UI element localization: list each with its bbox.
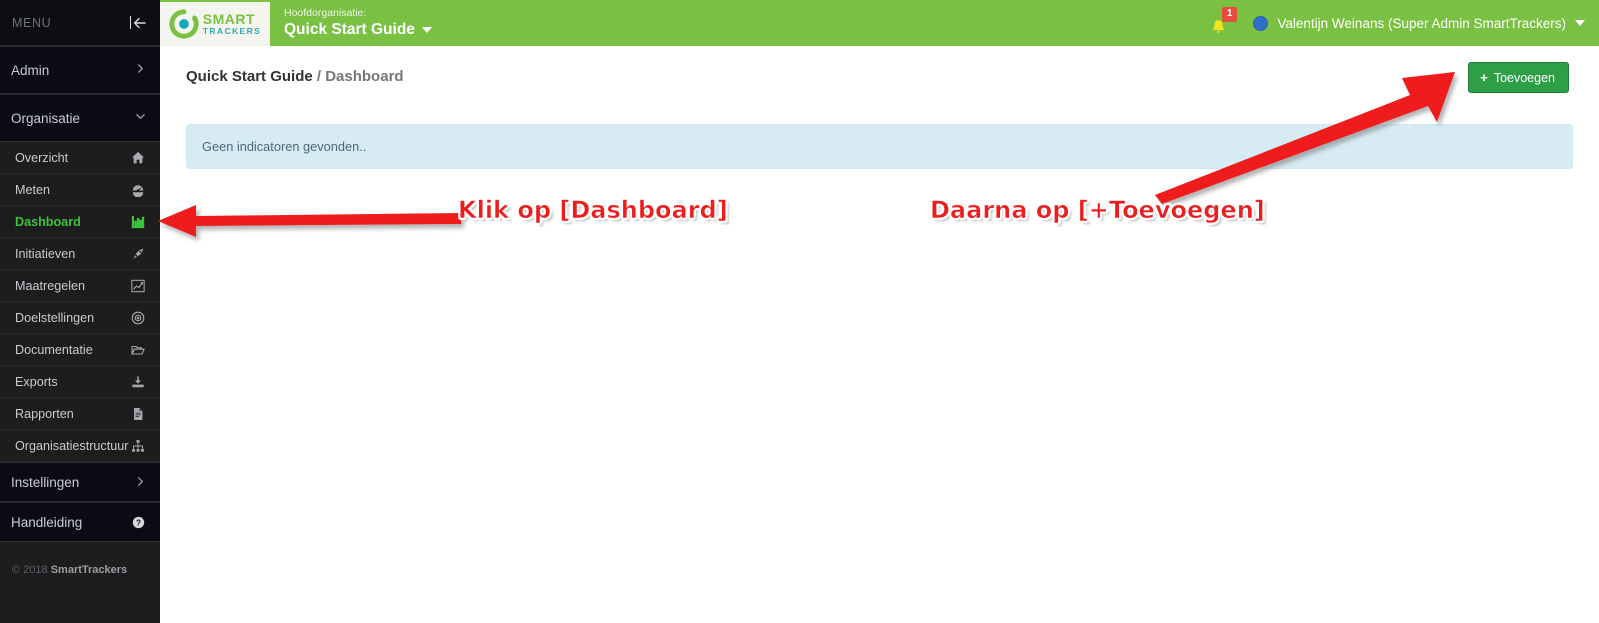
sidebar-item-instellingen[interactable]: Instellingen	[0, 462, 160, 502]
chevron-right-icon	[135, 63, 146, 77]
home-icon	[130, 150, 146, 166]
smarttrackers-logo[interactable]: SMART TRACKERS	[160, 1, 270, 46]
notification-count-badge: 1	[1221, 7, 1238, 22]
chevron-right-icon	[135, 475, 146, 490]
top-bar-right: 1 Valentijn Weinans (Super Admin SmartTr…	[1205, 7, 1599, 37]
sidebar-item-label: Organisatiestructuur	[15, 438, 129, 453]
breadcrumb-separator: /	[312, 68, 326, 85]
sidebar-section-organisatie[interactable]: Organisatie	[0, 94, 160, 142]
sidebar-item-overzicht[interactable]: Overzicht	[0, 142, 160, 174]
top-bar: SMART TRACKERS Hoofdorganisatie: Quick S…	[160, 0, 1599, 46]
sidebar-item-label: Initiatieven	[15, 246, 76, 261]
breadcrumb-root[interactable]: Quick Start Guide	[186, 68, 313, 85]
organisation-name: Quick Start Guide	[284, 21, 415, 39]
sidebar-item-label: Documentatie	[15, 342, 93, 357]
bullseye-icon	[130, 310, 146, 326]
line-chart-icon	[130, 278, 146, 294]
sidebar-item-label: Handleiding	[11, 514, 83, 530]
info-panel: Geen indicatoren gevonden..	[186, 124, 1573, 169]
sidebar-item-handleiding[interactable]: Handleiding ?	[0, 502, 160, 542]
user-avatar	[1253, 15, 1269, 31]
chevron-down-icon	[135, 111, 146, 125]
menu-label: MENU	[12, 15, 52, 30]
sidebar-copyright: © 2018 SmartTrackers	[0, 542, 160, 576]
copyright-prefix: © 2018	[12, 564, 51, 576]
sidebar-item-organisatiestructuur[interactable]: Organisatiestructuur	[0, 430, 160, 462]
sidebar-item-label: Maatregelen	[15, 278, 86, 293]
sidebar-section-organisatie-label: Organisatie	[11, 110, 81, 126]
sidebar-item-meten[interactable]: Meten	[0, 174, 160, 206]
caret-down-icon[interactable]	[421, 27, 432, 34]
main-content: Quick Start Guide / Dashboard + Toevoege…	[160, 46, 1599, 623]
collapse-left-icon[interactable]	[129, 16, 147, 30]
download-icon	[130, 374, 146, 390]
question-circle-icon: ?	[130, 514, 146, 530]
sidebar-item-doelstellingen[interactable]: Doelstellingen	[0, 302, 160, 334]
sitemap-icon	[130, 438, 146, 454]
page-header-row: Quick Start Guide / Dashboard + Toevoege…	[160, 46, 1599, 93]
bar-chart-icon	[130, 214, 146, 230]
organisation-name-row: Quick Start Guide	[284, 21, 432, 39]
plus-icon: +	[1480, 70, 1488, 85]
sidebar-item-label: Overzicht	[15, 150, 69, 165]
logo-text: SMART TRACKERS	[203, 12, 261, 36]
logo-line-2: TRACKERS	[202, 25, 262, 36]
sidebar-item-rapporten[interactable]: Rapporten	[0, 398, 160, 430]
sidebar-section-admin-label: Admin	[11, 62, 50, 78]
sidebar-item-maatregelen[interactable]: Maatregelen	[0, 270, 160, 302]
gauge-icon	[130, 182, 146, 198]
sidebar-item-documentatie[interactable]: Documentatie	[0, 334, 160, 366]
folder-open-icon	[130, 342, 146, 358]
sidebar-item-label: Doelstellingen	[15, 310, 95, 325]
user-menu[interactable]: Valentijn Weinans (Super Admin SmartTrac…	[1253, 15, 1585, 31]
add-button-label: Toevoegen	[1493, 70, 1555, 85]
application-window: MENU Admin Organisatie Overzicht Meten D…	[0, 0, 1599, 623]
breadcrumb: Quick Start Guide / Dashboard	[186, 68, 404, 85]
add-button[interactable]: + Toevoegen	[1468, 62, 1569, 93]
organisation-label: Hoofdorganisatie:	[284, 7, 367, 20]
sidebar-item-dashboard[interactable]: Dashboard	[0, 206, 160, 238]
svg-text:?: ?	[136, 518, 141, 527]
sidebar-item-label: Exports	[15, 374, 58, 389]
sidebar-item-label: Dashboard	[15, 214, 81, 229]
copyright-brand: SmartTrackers	[50, 564, 128, 576]
user-name: Valentijn Weinans (Super Admin SmartTrac…	[1277, 15, 1566, 31]
sidebar-section-admin[interactable]: Admin	[0, 46, 160, 94]
info-panel-message: Geen indicatoren gevonden..	[202, 139, 367, 154]
rocket-icon	[130, 246, 146, 262]
logo-mark-icon	[169, 8, 199, 39]
sidebar: MENU Admin Organisatie Overzicht Meten D…	[0, 0, 160, 623]
logo-line-1: SMART	[202, 10, 256, 27]
sidebar-item-exports[interactable]: Exports	[0, 366, 160, 398]
sidebar-item-initiatieven[interactable]: Initiatieven	[0, 238, 160, 270]
sidebar-item-label: Meten	[15, 182, 51, 197]
sidebar-item-label: Instellingen	[11, 474, 80, 490]
sidebar-item-label: Rapporten	[15, 406, 74, 421]
file-icon	[130, 406, 146, 422]
sidebar-header: MENU	[0, 0, 160, 46]
breadcrumb-current: Dashboard	[325, 68, 404, 85]
organisation-switcher[interactable]: Hoofdorganisatie: Quick Start Guide	[284, 7, 432, 39]
notifications-button[interactable]: 1	[1205, 7, 1238, 37]
caret-down-icon[interactable]	[1575, 20, 1585, 26]
